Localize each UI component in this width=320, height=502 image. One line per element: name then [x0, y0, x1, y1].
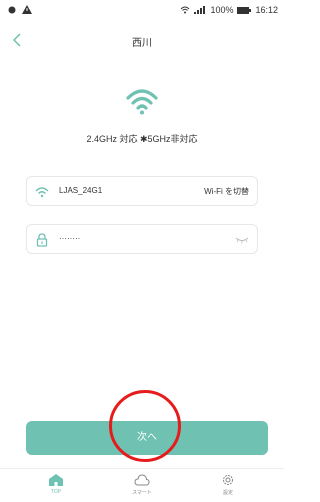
cloud-icon [134, 474, 150, 486]
status-bar: 100% 16:12 [0, 0, 284, 22]
wifi-icon [35, 187, 49, 198]
status-right: 100% 16:12 [180, 5, 278, 15]
wifi-setup-panel: 2.4GHz 対応 ✱5GHz非対応 LJAS_24G1 Wi-Fi を切替 ·… [0, 60, 284, 468]
battery-icon [237, 6, 252, 14]
band-support-text: 2.4GHz 対応 ✱5GHz非対応 [86, 134, 198, 144]
tab-top-label: TOP [50, 489, 62, 495]
signal-icon [194, 6, 206, 14]
clock: 16:12 [255, 5, 278, 15]
notification-dot-icon [8, 6, 16, 13]
home-icon [49, 474, 63, 486]
tab-settings-label: 設定 [222, 490, 233, 496]
warning-icon [22, 5, 32, 14]
status-left [8, 5, 32, 14]
switch-wifi-link[interactable]: Wi-Fi を切替 [204, 186, 249, 197]
wifi-large-icon [126, 89, 158, 115]
tab-smart-label: スマート [132, 490, 152, 496]
password-field[interactable]: ········ [26, 224, 258, 254]
tab-smart[interactable]: スマート [112, 473, 172, 501]
tab-settings[interactable]: 設定 [198, 473, 258, 501]
lock-icon [36, 233, 48, 247]
next-button[interactable]: 次へ [26, 421, 268, 455]
wifi-status-icon [181, 6, 190, 14]
password-value: ········ [59, 234, 81, 243]
tab-top[interactable]: TOP [26, 473, 86, 501]
page-title: 西川 [132, 38, 152, 49]
eye-closed-icon[interactable] [235, 235, 249, 245]
nav-bar: 西川 [0, 22, 284, 60]
gear-icon [223, 475, 233, 485]
ssid-field[interactable]: LJAS_24G1 Wi-Fi を切替 [26, 176, 258, 206]
battery-percent: 100% [210, 5, 234, 15]
bottom-tab-bar: TOP スマート 設定 [0, 468, 284, 502]
ssid-value: LJAS_24G1 [59, 186, 103, 195]
app-screen: 100% 16:12 西川 2.4GHz 対応 ✱5GHz非対応 LJAS_24… [0, 0, 284, 502]
